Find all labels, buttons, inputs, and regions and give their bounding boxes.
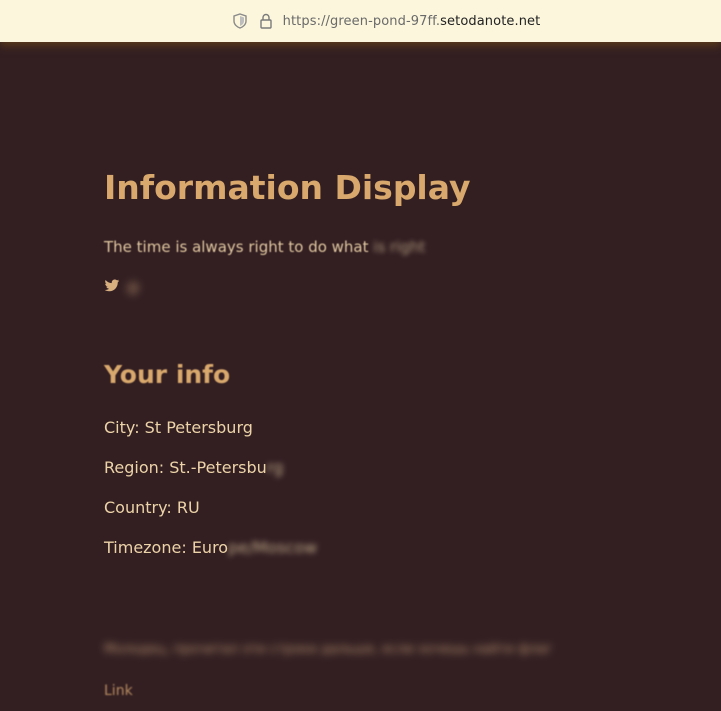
city-label: City: [104, 418, 145, 437]
country-value: RU [176, 498, 200, 517]
twitter-link[interactable]: @ [104, 278, 140, 297]
twitter-handle[interactable]: @ [126, 280, 140, 296]
country-label: Country: [104, 498, 177, 517]
twitter-icon [104, 278, 120, 297]
timezone-row: Timezone: Europe/Moscow [104, 538, 317, 557]
tagline-main: The time is always right to do what [104, 238, 374, 256]
lock-icon[interactable] [257, 12, 275, 30]
region-value-blurred: rg [266, 458, 284, 477]
url-text[interactable]: https://green-pond-97ff.setodanote.net [283, 14, 541, 29]
country-row: Country: RU [104, 498, 200, 517]
city-row: City: St Petersburg [104, 418, 253, 437]
region-row: Region: St.-Petersburg [104, 458, 283, 477]
footer-link[interactable]: Link [104, 683, 133, 699]
footer-message: Молодец, прочитал эти строки дальше, есл… [104, 642, 553, 657]
city-value: St Petersburg [144, 418, 253, 437]
timezone-value-blurred: pe/Moscow [228, 538, 318, 557]
timezone-value: Euro [191, 538, 229, 557]
region-label: Region: [104, 458, 170, 477]
url-domain: setodanote.net [440, 13, 541, 29]
page-title: Information Display [104, 168, 471, 207]
your-info-heading: Your info [104, 360, 231, 389]
tagline: The time is always right to do what is r… [104, 238, 425, 256]
tagline-faded: is right [373, 238, 426, 256]
address-bar-content: https://green-pond-97ff.setodanote.net [231, 12, 541, 30]
timezone-label: Timezone: [104, 538, 192, 557]
browser-address-bar[interactable]: https://green-pond-97ff.setodanote.net [0, 0, 721, 42]
tracking-protection-shield-icon[interactable] [231, 12, 249, 30]
region-value: St.-Petersbu [169, 458, 267, 477]
url-prefix: https://green-pond-97ff. [282, 13, 441, 29]
